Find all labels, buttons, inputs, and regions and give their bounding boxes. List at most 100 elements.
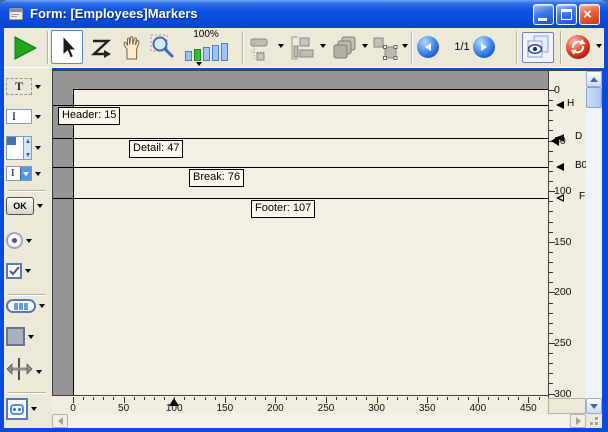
entry-order-tool-button[interactable] — [87, 32, 115, 62]
next-page-button[interactable] — [473, 36, 495, 58]
zoom-bar-400[interactable] — [212, 45, 219, 61]
duplicate-dropdown-arrow[interactable] — [362, 44, 368, 48]
splitter-tool[interactable] — [6, 357, 50, 386]
toolbar-separator — [516, 31, 518, 64]
scroll-left-button[interactable] — [52, 414, 68, 428]
distribute-tool-button[interactable] — [288, 34, 318, 61]
break-marker-handle[interactable] — [556, 163, 564, 171]
titlebar[interactable]: Form: [Employees]Markers × — [0, 0, 608, 28]
button-grid-tool[interactable] — [6, 299, 50, 313]
radio-button-tool[interactable] — [6, 232, 50, 249]
form-canvas[interactable]: Header: 15 Detail: 47 Break: 76 Footer: 107 — [52, 71, 548, 395]
radio-button-dropdown-arrow[interactable] — [26, 239, 32, 243]
hand-tool-button[interactable] — [117, 32, 147, 62]
button-tool-dropdown-arrow[interactable] — [37, 204, 43, 208]
insert-fields-button[interactable] — [566, 35, 590, 59]
scroll-up-button[interactable] — [586, 71, 602, 87]
text-tool[interactable]: T — [6, 78, 50, 95]
splitter-dropdown-arrow[interactable] — [36, 370, 42, 374]
button-grid-dropdown-arrow[interactable] — [39, 304, 45, 308]
button-grid-icon — [6, 299, 36, 313]
ruler-tick — [205, 397, 206, 400]
zoom-bar-800[interactable] — [221, 43, 228, 61]
listbox-dropdown-arrow[interactable] — [35, 146, 41, 150]
resize-icon — [371, 35, 399, 61]
ruler-tick — [549, 303, 553, 304]
execute-form-button[interactable] — [8, 31, 42, 65]
detail-marker-handle[interactable] — [556, 134, 564, 142]
ruler-tick — [549, 100, 553, 101]
ruler-tick — [235, 397, 236, 400]
insert-fields-dropdown-arrow[interactable] — [596, 44, 602, 48]
zoom-bar-200[interactable] — [203, 47, 210, 61]
ruler-label: 0 — [61, 403, 85, 414]
zoom-tool-button[interactable] — [148, 32, 178, 62]
form-page[interactable] — [73, 89, 548, 395]
ruler-label: 350 — [415, 403, 439, 414]
footer-marker-line[interactable] — [53, 198, 548, 199]
scroll-right-button[interactable] — [570, 414, 586, 428]
input-field-dropdown-arrow[interactable] — [35, 115, 41, 119]
ruler-label: 250 — [554, 337, 572, 349]
combobox-dropdown-arrow[interactable] — [35, 172, 41, 176]
text-tool-dropdown-arrow[interactable] — [35, 85, 41, 89]
align-tool-button[interactable] — [248, 34, 276, 61]
ruler-tick — [549, 262, 553, 263]
listbox-tool[interactable] — [6, 136, 50, 160]
header-marker-handle[interactable] — [556, 101, 564, 109]
zoom-level-widget[interactable]: 100% — [182, 29, 238, 67]
footer-marker-handle-inner — [559, 196, 563, 200]
break-marker-label[interactable]: Break: 76 — [189, 169, 244, 187]
horizontal-scrollbar[interactable] — [52, 414, 586, 428]
close-icon: × — [583, 5, 592, 24]
ruler-tick — [549, 232, 553, 233]
header-marker-line[interactable] — [53, 105, 548, 106]
ruler-tick — [366, 397, 367, 400]
ruler-tick — [346, 397, 347, 400]
header-marker-label[interactable]: Header: 15 — [58, 107, 120, 125]
rectangle-dropdown-arrow[interactable] — [28, 335, 34, 339]
rectangle-tool[interactable] — [6, 327, 50, 346]
plugin-area-tool[interactable] — [6, 398, 50, 420]
break-marker-line[interactable] — [53, 167, 548, 168]
maximize-button[interactable] — [556, 4, 577, 25]
select-tool-button[interactable] — [51, 30, 83, 64]
minimize-button[interactable] — [533, 4, 554, 25]
zoom-bar-50[interactable] — [185, 51, 192, 61]
window-resize-grip[interactable] — [586, 414, 602, 428]
zoom-bars-icon[interactable] — [185, 41, 228, 61]
form-window-icon — [8, 6, 24, 27]
ruler-tick — [134, 397, 135, 400]
ruler-corner-cell — [548, 398, 586, 414]
entry-order-z-icon — [89, 35, 113, 59]
close-button[interactable]: × — [579, 4, 600, 25]
ruler-label: 150 — [213, 403, 237, 414]
previous-page-button[interactable] — [417, 36, 439, 58]
resize-dropdown-arrow[interactable] — [402, 44, 408, 48]
resize-tool-button[interactable] — [370, 34, 400, 61]
zoom-bar-100[interactable] — [194, 49, 201, 61]
duplicate-tool-button[interactable] — [330, 34, 360, 61]
button-tool[interactable]: OK — [6, 197, 50, 215]
checkbox-tool[interactable] — [6, 263, 50, 279]
ruler-tick — [83, 397, 84, 400]
vertical-scroll-thumb[interactable] — [586, 87, 602, 108]
listbox-icon — [6, 136, 32, 160]
ruler-tick — [508, 397, 509, 400]
distribute-dropdown-arrow[interactable] — [320, 44, 326, 48]
input-field-tool[interactable]: I — [6, 109, 50, 124]
ruler-tick — [316, 397, 317, 400]
detail-marker-label[interactable]: Detail: 47 — [129, 140, 183, 158]
ruler-label: 450 — [516, 403, 540, 414]
plugin-area-dropdown-arrow[interactable] — [31, 407, 37, 411]
scroll-down-button[interactable] — [586, 398, 602, 414]
ruler-tick — [245, 397, 246, 400]
detail-marker-line[interactable] — [53, 138, 548, 139]
vertical-scrollbar[interactable] — [586, 71, 602, 415]
display-preview-button[interactable] — [522, 32, 554, 63]
footer-marker-label[interactable]: Footer: 107 — [251, 200, 315, 218]
checkbox-dropdown-arrow[interactable] — [25, 269, 31, 273]
align-dropdown-arrow[interactable] — [278, 44, 284, 48]
combobox-tool[interactable]: I — [6, 166, 50, 181]
break-marker-tag: B0 — [575, 160, 586, 172]
